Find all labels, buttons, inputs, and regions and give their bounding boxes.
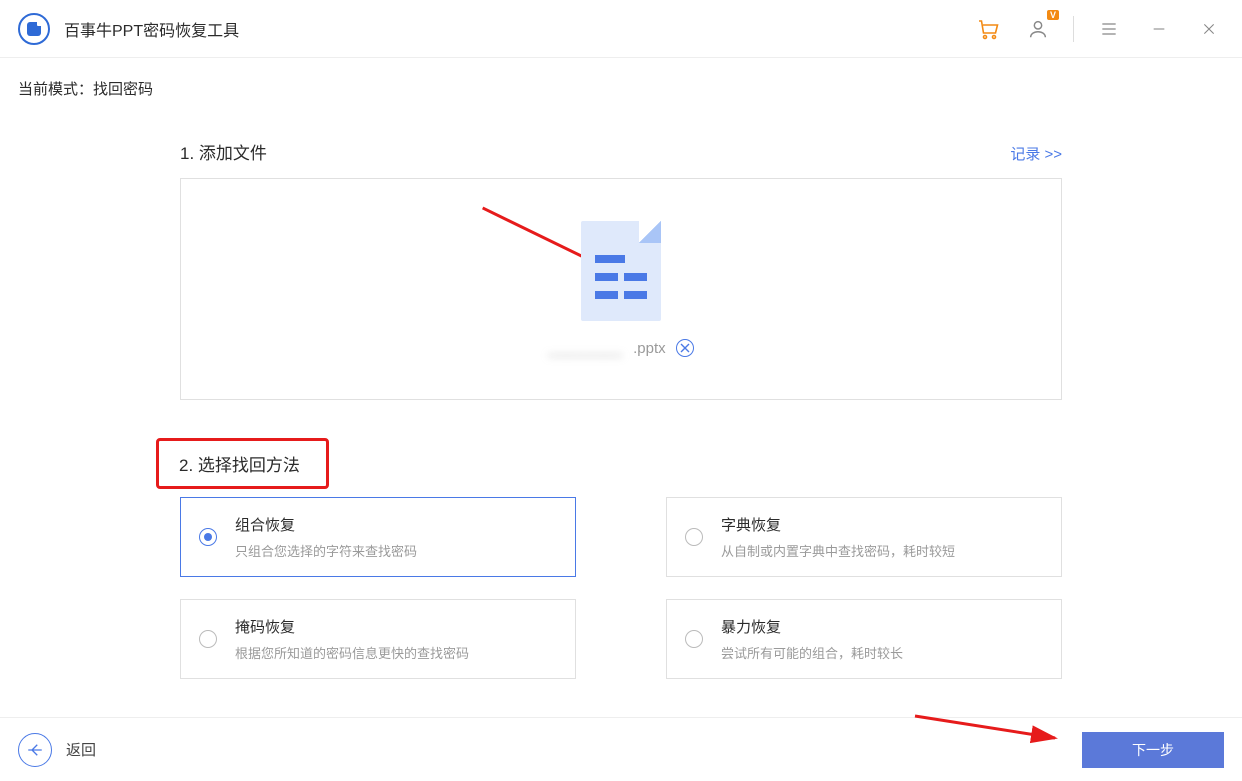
menu-icon[interactable] (1094, 14, 1124, 44)
section2-title: 2. 选择找回方法 (179, 451, 300, 476)
radio-icon (685, 528, 703, 546)
app-logo (18, 13, 50, 45)
mode-value: 找回密码 (93, 81, 153, 98)
remove-file-icon[interactable] (676, 339, 694, 357)
method-desc: 从自制或内置字典中查找密码，耗时较短 (721, 541, 955, 560)
method-card-mask[interactable]: 掩码恢复 根据您所知道的密码信息更快的查找密码 (180, 599, 576, 679)
annotation-arrow-icon (910, 708, 1070, 763)
method-title: 字典恢复 (721, 514, 955, 535)
method-card-combination[interactable]: 组合恢复 只组合您选择的字符来查找密码 (180, 497, 576, 577)
methods-grid: 组合恢复 只组合您选择的字符来查找密码 字典恢复 从自制或内置字典中查找密码，耗… (180, 497, 1062, 679)
radio-icon (199, 528, 217, 546)
method-desc: 尝试所有可能的组合，耗时较长 (721, 643, 903, 662)
filename-ext: .pptx (633, 340, 666, 357)
user-icon[interactable]: V (1023, 14, 1053, 44)
minimize-icon[interactable] (1144, 14, 1174, 44)
back-icon[interactable] (18, 733, 52, 767)
back-button[interactable]: 返回 (66, 739, 96, 760)
method-card-dictionary[interactable]: 字典恢复 从自制或内置字典中查找密码，耗时较短 (666, 497, 1062, 577)
file-icon (581, 221, 661, 321)
method-title: 暴力恢复 (721, 616, 903, 637)
method-title: 掩码恢复 (235, 616, 469, 637)
method-card-bruteforce[interactable]: 暴力恢复 尝试所有可能的组合，耗时较长 (666, 599, 1062, 679)
title-bar: 百事牛PPT密码恢复工具 V (0, 0, 1242, 58)
footer-bar: 返回 下一步 (0, 717, 1242, 781)
vip-badge: V (1047, 10, 1059, 20)
section1-title: 1. 添加文件 (180, 139, 267, 164)
radio-icon (685, 630, 703, 648)
radio-icon (199, 630, 217, 648)
method-desc: 根据您所知道的密码信息更快的查找密码 (235, 643, 469, 662)
close-icon[interactable] (1194, 14, 1224, 44)
cart-icon[interactable] (973, 14, 1003, 44)
app-title: 百事牛PPT密码恢复工具 (64, 17, 239, 41)
mode-line: 当前模式：找回密码 (0, 58, 1242, 99)
records-link[interactable]: 记录 >> (1010, 143, 1062, 164)
method-title: 组合恢复 (235, 514, 417, 535)
filename-blurred: ________ (548, 340, 623, 357)
section2-highlight-box: 2. 选择找回方法 (156, 438, 329, 489)
next-button[interactable]: 下一步 (1082, 732, 1224, 768)
file-drop-zone[interactable]: ________ .pptx (180, 178, 1062, 400)
divider (1073, 16, 1074, 42)
method-desc: 只组合您选择的字符来查找密码 (235, 541, 417, 560)
mode-label: 当前模式： (18, 81, 93, 98)
filename-row: ________ .pptx (548, 339, 693, 357)
